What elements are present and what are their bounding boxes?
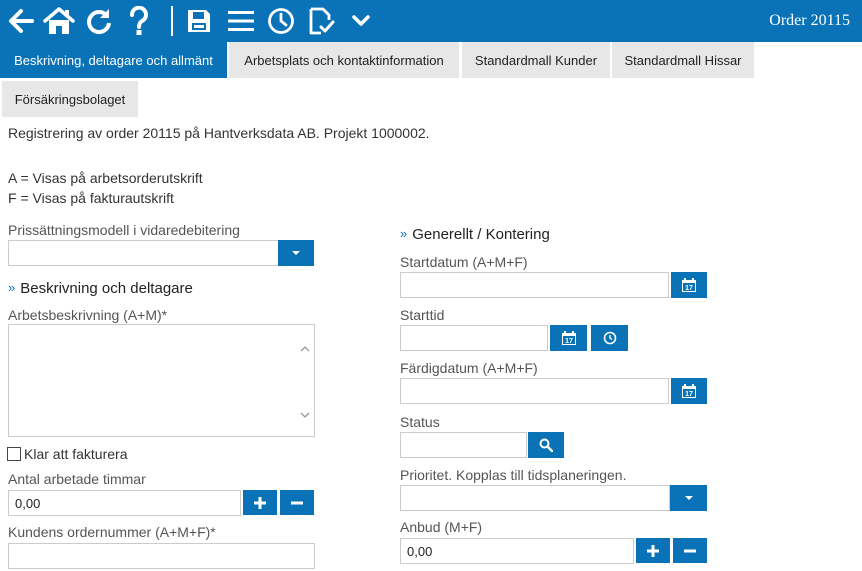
finish-date-calendar-button[interactable]: 17 xyxy=(671,378,707,404)
bid-label: Anbud (M+F) xyxy=(400,519,483,535)
start-date-input[interactable] xyxy=(400,272,669,298)
bid-input[interactable] xyxy=(400,538,634,564)
ready-to-invoice-checkbox[interactable] xyxy=(7,447,21,461)
customer-order-input[interactable] xyxy=(8,543,315,569)
pricing-dropdown-button[interactable] xyxy=(278,240,314,266)
help-icon[interactable] xyxy=(122,4,156,38)
legend-a: A = Visas på arbetsorderutskrift xyxy=(8,170,203,186)
calendar-icon: 17 xyxy=(561,331,576,345)
pricing-label: Prissättningsmodell i vidaredebitering xyxy=(8,222,240,238)
section-description-participants: » Beskrivning och deltagare xyxy=(8,280,193,297)
description-textarea[interactable] xyxy=(8,324,315,437)
svg-text:17: 17 xyxy=(685,391,693,398)
status-label: Status xyxy=(400,414,440,430)
order-title: Order 20115 xyxy=(769,12,850,29)
bid-increment-button[interactable] xyxy=(636,538,670,563)
priority-select[interactable] xyxy=(400,485,670,511)
status-input[interactable] xyxy=(400,432,527,458)
hours-increment-button[interactable] xyxy=(243,490,277,515)
tab-workplace-contact[interactable]: Arbetsplats och kontaktinformation xyxy=(229,42,459,78)
chevron-down-icon[interactable] xyxy=(344,4,378,38)
scroll-down-icon[interactable] xyxy=(300,411,310,419)
menu-icon[interactable] xyxy=(224,4,258,38)
legend-f: F = Visas på fakturautskrift xyxy=(8,190,174,206)
tab-template-elevators[interactable]: Standardmall Hissar xyxy=(612,42,754,78)
start-time-calendar-button[interactable]: 17 xyxy=(550,325,587,351)
description-label: Arbetsbeskrivning (A+M)* xyxy=(8,307,168,323)
caret-down-icon xyxy=(684,496,693,500)
home-icon[interactable] xyxy=(42,4,76,38)
hours-label: Antal arbetade timmar xyxy=(8,471,146,487)
finish-date-label: Färdigdatum (A+M+F) xyxy=(400,360,538,376)
clock-icon xyxy=(603,331,616,345)
top-toolbar: Order 20115 xyxy=(0,0,862,42)
bid-decrement-button[interactable] xyxy=(673,538,707,563)
ready-to-invoice-label: Klar att fakturera xyxy=(24,446,128,462)
tab-template-customers[interactable]: Standardmall Kunder xyxy=(462,42,610,78)
start-time-label: Starttid xyxy=(400,307,445,323)
registration-text: Registrering av order 20115 på Hantverks… xyxy=(8,125,430,141)
finish-date-input[interactable] xyxy=(400,378,669,404)
calendar-icon: 17 xyxy=(682,278,696,292)
calendar-icon: 17 xyxy=(682,384,696,398)
section-title: Beskrivning och deltagare xyxy=(20,280,193,297)
status-search-button[interactable] xyxy=(528,432,564,458)
back-arrow-icon[interactable] xyxy=(4,4,38,38)
save-icon[interactable] xyxy=(182,4,216,38)
start-date-calendar-button[interactable]: 17 xyxy=(671,272,707,298)
plus-icon xyxy=(647,544,659,557)
hours-decrement-button[interactable] xyxy=(280,490,314,515)
minus-icon xyxy=(684,549,696,552)
tab-description[interactable]: Beskrivning, deltagare och allmänt xyxy=(0,42,227,78)
minus-icon xyxy=(291,501,303,504)
priority-label: Prioritet. Kopplas till tidsplaneringen. xyxy=(400,467,627,483)
customer-order-label: Kundens ordernummer (A+M+F)* xyxy=(8,524,216,540)
section-title: Generellt / Kontering xyxy=(412,226,550,243)
hours-input[interactable] xyxy=(8,490,241,516)
search-icon xyxy=(539,438,553,452)
pricing-select[interactable] xyxy=(8,240,280,266)
svg-text:17: 17 xyxy=(685,285,693,292)
section-general-accounting: » Generellt / Kontering xyxy=(400,226,550,243)
double-chevron-icon: » xyxy=(8,280,16,295)
svg-text:17: 17 xyxy=(565,338,573,345)
start-time-clock-button[interactable] xyxy=(591,325,628,351)
toolbar-separator xyxy=(171,6,173,36)
document-check-icon[interactable] xyxy=(304,4,338,38)
scroll-up-icon[interactable] xyxy=(300,345,310,353)
double-chevron-icon: » xyxy=(400,226,408,241)
priority-dropdown-button[interactable] xyxy=(670,485,707,511)
clock-icon[interactable] xyxy=(264,4,298,38)
start-date-label: Startdatum (A+M+F) xyxy=(400,254,528,270)
refresh-icon[interactable] xyxy=(82,4,116,38)
caret-down-icon xyxy=(292,251,300,255)
tab-insurance[interactable]: Försäkringsbolaget xyxy=(2,81,138,117)
start-time-input[interactable] xyxy=(400,325,548,351)
plus-icon xyxy=(254,496,266,509)
